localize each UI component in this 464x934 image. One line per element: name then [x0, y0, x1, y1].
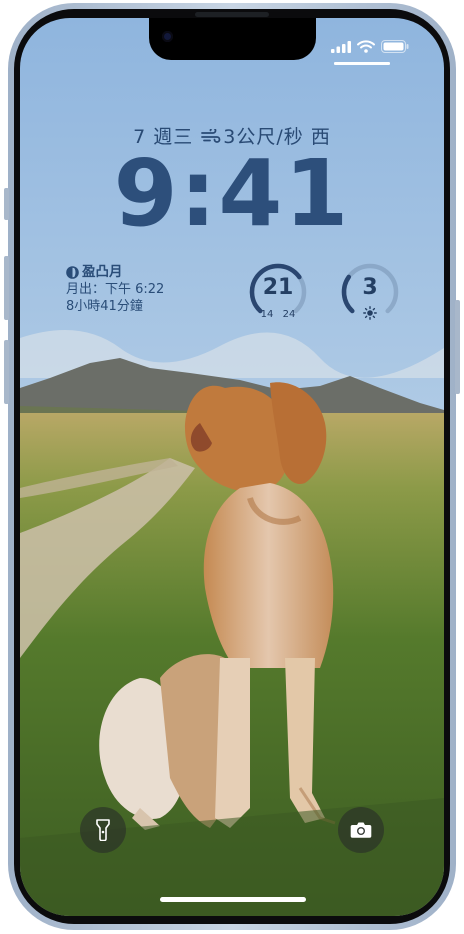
sun-icon [363, 306, 377, 320]
clock-time[interactable]: 9:41 [0, 148, 464, 240]
camera-icon [350, 822, 372, 838]
earpiece-speaker [195, 12, 269, 17]
temperature-gauge-widget[interactable]: 21 14 24 [248, 262, 308, 322]
front-camera [162, 31, 173, 42]
battery-icon [381, 40, 409, 53]
moonrise-label: 月出：下午 6:22 [66, 282, 165, 297]
moon-duration-label: 8小時41分鐘 [66, 299, 143, 314]
flashlight-button[interactable] [80, 807, 126, 853]
moon-widget[interactable]: 盈凸月 月出：下午 6:22 8小時41分鐘 [66, 264, 164, 315]
home-indicator[interactable] [160, 897, 306, 902]
cellular-signal-icon [331, 40, 351, 53]
moon-icon [66, 266, 79, 279]
moon-phase-label: 盈凸月 [82, 264, 123, 280]
power-button [455, 300, 460, 394]
flashlight-icon [96, 819, 110, 841]
volume-down-button [4, 340, 9, 404]
uv-index-gauge-widget[interactable]: 3 [340, 262, 400, 322]
notch [149, 18, 316, 60]
status-indicator-line [334, 62, 390, 65]
temperature-range: 14 24 [248, 309, 308, 320]
volume-up-button [4, 256, 9, 320]
uv-index-value: 3 [362, 275, 378, 300]
wifi-icon [357, 40, 375, 53]
temperature-current: 21 [262, 275, 294, 300]
status-bar [331, 40, 409, 53]
camera-button[interactable] [338, 807, 384, 853]
temperature-high: 24 [282, 309, 296, 320]
temperature-low: 14 [260, 309, 274, 320]
